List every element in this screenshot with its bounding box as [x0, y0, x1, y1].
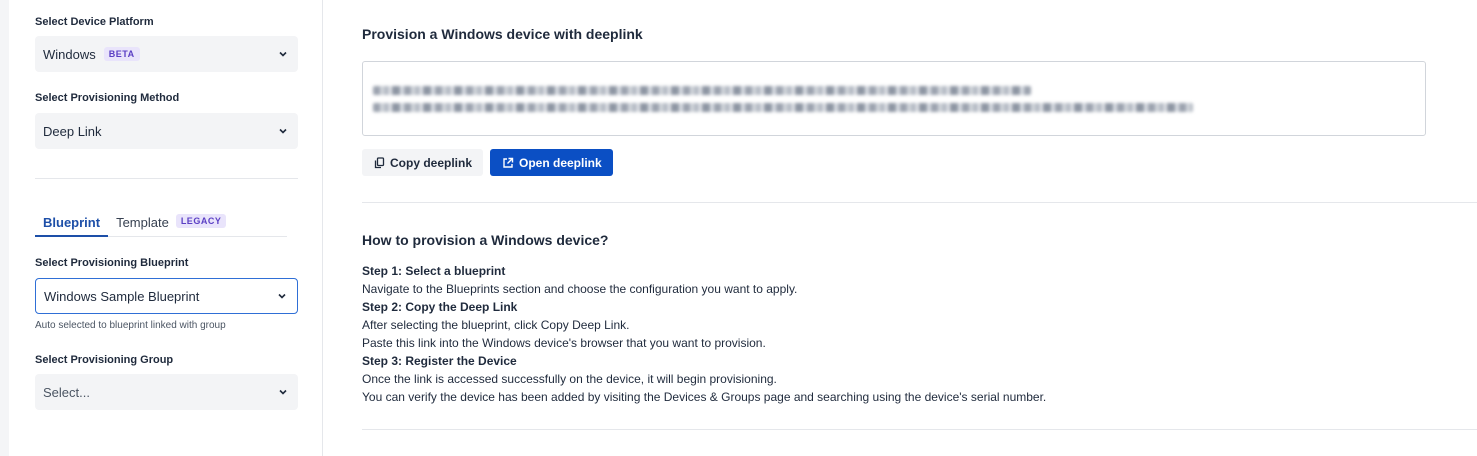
section-divider	[362, 202, 1477, 203]
platform-value: Windows	[43, 46, 96, 62]
copy-icon	[374, 156, 385, 168]
group-label: Select Provisioning Group	[35, 354, 174, 366]
copy-deeplink-label: Copy deeplink	[390, 155, 473, 170]
copy-deeplink-button[interactable]: Copy deeplink	[362, 149, 483, 176]
chevron-down-icon	[276, 385, 290, 399]
legacy-badge: LEGACY	[175, 214, 227, 228]
blueprint-select[interactable]: Windows Sample Blueprint	[35, 278, 298, 314]
chevron-down-icon	[276, 47, 290, 61]
chevron-down-icon	[275, 289, 289, 303]
step-line: Once the link is accessed successfully o…	[362, 372, 777, 386]
main-panel: Provision a Windows device with deeplink…	[324, 0, 1477, 456]
method-value: Deep Link	[43, 123, 102, 139]
tab-template-label: Template	[116, 215, 169, 230]
chevron-down-icon	[276, 124, 290, 138]
open-deeplink-label: Open deeplink	[519, 155, 602, 170]
blueprint-value: Windows Sample Blueprint	[44, 288, 200, 304]
tab-template[interactable]: Template LEGACY	[108, 212, 234, 237]
blueprint-hint: Auto selected to blueprint linked with g…	[35, 320, 226, 331]
tab-blueprint-label: Blueprint	[43, 215, 101, 230]
method-select[interactable]: Deep Link	[35, 113, 298, 149]
deeplink-title: Provision a Windows device with deeplink	[362, 26, 643, 42]
blueprint-label: Select Provisioning Blueprint	[35, 257, 189, 269]
group-select[interactable]: Select...	[35, 374, 298, 410]
deeplink-box[interactable]	[362, 61, 1426, 136]
redacted-link-line	[373, 86, 1031, 95]
step-line: Paste this link into the Windows device'…	[362, 336, 766, 350]
beta-badge: BETA	[103, 47, 140, 61]
method-label: Select Provisioning Method	[35, 92, 180, 104]
source-tabs: Blueprint Template LEGACY	[35, 212, 287, 237]
step-line: You can verify the device has been added…	[362, 390, 1047, 404]
redacted-link-line	[373, 103, 1193, 112]
step-title: Step 1: Select a blueprint	[362, 264, 506, 278]
step-title: Step 3: Register the Device	[362, 354, 517, 368]
left-gutter	[0, 0, 9, 456]
howto-steps: Step 1: Select a blueprint Navigate to t…	[362, 262, 1046, 406]
step-line: After selecting the blueprint, click Cop…	[362, 318, 630, 332]
provisioning-sidebar: Select Device Platform Windows BETA Sele…	[9, 0, 323, 456]
section-divider	[362, 429, 1477, 430]
howto-title: How to provision a Windows device?	[362, 232, 609, 248]
group-placeholder: Select...	[43, 384, 90, 400]
platform-select[interactable]: Windows BETA	[35, 36, 298, 72]
platform-label: Select Device Platform	[35, 16, 154, 28]
open-deeplink-button[interactable]: Open deeplink	[490, 149, 613, 176]
step-line: Navigate to the Blueprints section and c…	[362, 282, 798, 296]
step-title: Step 2: Copy the Deep Link	[362, 300, 518, 314]
tab-blueprint[interactable]: Blueprint	[35, 212, 109, 237]
external-link-icon	[503, 157, 514, 168]
sidebar-divider	[35, 178, 298, 179]
